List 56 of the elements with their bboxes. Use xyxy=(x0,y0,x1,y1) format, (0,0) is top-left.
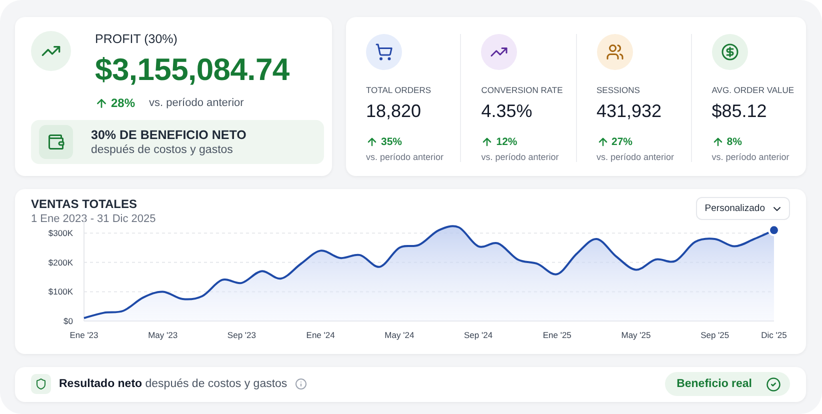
period-dropdown[interactable]: Personalizado xyxy=(696,197,790,220)
y-axis-label: $0 xyxy=(64,316,73,326)
x-axis-label: May '25 xyxy=(621,330,651,340)
x-axis-label: Ene '23 xyxy=(70,330,98,340)
x-axis-label: Ene '25 xyxy=(542,330,572,340)
chart-title: VENTAS TOTALES xyxy=(31,197,138,211)
y-axis-label: $200K xyxy=(48,257,73,268)
wallet-icon xyxy=(39,125,73,159)
x-axis-label: Ene '24 xyxy=(306,330,335,340)
metric-value: 431,932 xyxy=(596,101,663,122)
x-axis-label: Sep '24 xyxy=(464,330,493,340)
cart-icon xyxy=(366,34,402,70)
arrow-up-icon xyxy=(481,136,494,148)
check-circle-icon xyxy=(766,376,781,392)
dollar-icon xyxy=(712,34,748,70)
x-axis-label: Sep '23 xyxy=(227,330,256,340)
arrow-up-icon xyxy=(712,136,724,148)
y-axis-label: $100K xyxy=(48,286,73,297)
change-value: 28% xyxy=(95,96,136,110)
comparison-text: vs. período anterior xyxy=(366,152,445,162)
trend-up-icon xyxy=(31,31,71,71)
x-axis-label: May '23 xyxy=(148,330,178,340)
date-range: 1 Ene 2023 - 31 Dic 2025 xyxy=(31,213,156,225)
note-subtitle: después de costos y gastos xyxy=(91,144,234,156)
comparison-text: vs. período anterior xyxy=(149,97,244,109)
metric-value: $85.12 xyxy=(712,101,768,122)
arrow-up-icon xyxy=(95,96,108,110)
metric-value: 18,820 xyxy=(366,101,422,122)
x-axis-label: May '24 xyxy=(384,330,414,340)
x-axis-label: Sep '25 xyxy=(700,330,730,340)
users-icon xyxy=(596,34,632,70)
data-point-marker xyxy=(768,224,780,236)
profit-amount: $3,155,084.74 xyxy=(95,52,290,88)
comparison-text: vs. período anterior xyxy=(712,152,790,162)
note-title: 30% DE BENEFICIO NETO xyxy=(91,128,246,142)
profit-label: PROFIT (30%) xyxy=(95,32,178,46)
y-axis-label: $300K xyxy=(48,228,73,238)
metric-label: AVG. ORDER VALUE xyxy=(712,85,796,95)
trend-up-icon xyxy=(481,34,518,70)
badge-text: Beneficio real xyxy=(676,378,752,390)
comparison-text: vs. período anterior xyxy=(596,152,676,162)
change-value: 27% xyxy=(596,136,681,148)
arrow-up-icon xyxy=(596,136,608,148)
shield-icon xyxy=(31,374,51,394)
x-axis-label: Dic '25 xyxy=(761,330,787,340)
info-icon[interactable] xyxy=(295,378,308,390)
comparison-text: vs. período anterior xyxy=(481,152,560,162)
metric-label: CONVERSION RATE xyxy=(481,85,564,95)
metric-label: TOTAL ORDERS xyxy=(366,85,432,95)
footer-text: Resultado neto después de costos y gastos xyxy=(59,378,288,390)
metric-value: 4.35% xyxy=(481,101,534,122)
arrow-up-icon xyxy=(366,136,378,148)
change-value: 35% xyxy=(366,136,450,148)
metric-label: SESSIONS xyxy=(596,85,641,95)
change-value: 12% xyxy=(481,136,566,148)
change-value: 8% xyxy=(712,136,796,148)
